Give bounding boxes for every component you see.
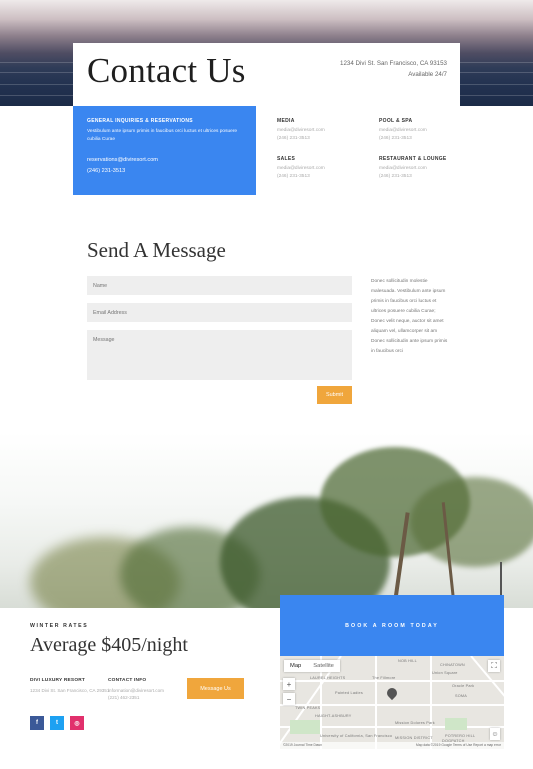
location-map[interactable]: NOB HILL LAUREL HEIGHTS The Fillmore Pai…: [280, 656, 504, 749]
map-tab[interactable]: Map: [284, 660, 307, 672]
zoom-out-button[interactable]: −: [283, 693, 295, 705]
contact-title: CONTACT INFO: [108, 678, 147, 683]
winter-rates-label: WINTER RATES: [30, 623, 89, 629]
map-label: University of California, San Francisco: [320, 734, 393, 738]
map-label: Union Square: [432, 671, 458, 675]
department-title: MEDIA: [277, 118, 295, 124]
resort-address: 1234 Divi St. San Francisco, CA 29351: [30, 688, 110, 693]
map-footer-right[interactable]: Map data ©2019 Google Terms of Use Repor…: [416, 743, 501, 748]
map-label: MISSION DISTRICT: [395, 736, 433, 740]
street-view-icon[interactable]: ☺: [490, 728, 500, 740]
map-label: SOMA: [455, 694, 467, 698]
book-room-banner[interactable]: BOOK A ROOM TODAY: [280, 595, 504, 656]
general-inquiries-description: Vestibulum ante ipsum primis in faucibus…: [87, 129, 238, 142]
twitter-icon[interactable]: t: [50, 716, 64, 730]
department-phone: (246) 231-3513: [277, 135, 310, 141]
map-label: The Fillmore: [372, 676, 396, 680]
department-title: POOL & SPA: [379, 118, 413, 124]
map-label: TWIN PEAKS: [295, 706, 321, 710]
contact-header-card: Contact Us 1234 Divi St. San Francisco, …: [73, 43, 460, 106]
email-input[interactable]: [87, 303, 352, 322]
map-pin-icon[interactable]: [384, 685, 400, 701]
map-label: Painted Ladies: [335, 691, 363, 695]
resort-info: DIVI LUXURY RESORT 1234 Divi St. San Fra…: [30, 678, 110, 694]
instagram-icon[interactable]: ◎: [70, 716, 84, 730]
department-sales: SALES media@diviresort.com (246) 231-351…: [277, 156, 367, 180]
general-inquiries-panel: GENERAL INQUIRIES & RESERVATIONS Vestibu…: [73, 106, 256, 195]
availability-text: Available 24/7: [408, 71, 447, 78]
department-title: RESTAURANT & LOUNGE: [379, 156, 447, 162]
contact-info: CONTACT INFO information@diviresort.com …: [108, 678, 188, 701]
map-label: CHINATOWN: [440, 663, 465, 667]
resort-title: DIVI LUXURY RESORT: [30, 678, 86, 683]
send-message-heading: Send A Message: [87, 238, 226, 262]
address-text: 1234 Divi St. San Francisco, CA 93153: [340, 60, 447, 67]
department-phone: (246) 231-3513: [277, 173, 310, 179]
department-phone: (246) 231-3513: [379, 135, 412, 141]
map-type-tabs: Map Satellite: [284, 660, 340, 672]
department-phone: (246) 231-3513: [379, 173, 412, 179]
fullscreen-icon[interactable]: ⛶: [488, 660, 500, 672]
satellite-tab[interactable]: Satellite: [307, 660, 340, 672]
map-label: HAIGHT-ASHBURY: [315, 714, 352, 718]
page-title: Contact Us: [87, 51, 246, 90]
name-input[interactable]: [87, 276, 352, 295]
facebook-icon[interactable]: f: [30, 716, 44, 730]
submit-button[interactable]: Submit: [317, 386, 352, 404]
department-email-link[interactable]: media@diviresort.com: [379, 127, 469, 135]
map-label: NOB HILL: [398, 659, 417, 663]
map-label: LAUREL HEIGHTS: [310, 676, 346, 680]
department-email-link[interactable]: media@diviresort.com: [277, 127, 367, 135]
department-restaurant-lounge: RESTAURANT & LOUNGE media@diviresort.com…: [379, 156, 469, 180]
form-side-text: Donec sollicitudin molestie malesuada. V…: [371, 279, 448, 354]
map-label: Mission Dolores Park: [395, 721, 435, 725]
map-footer-left: ©2019 Journal Time Dawn: [283, 743, 322, 747]
general-inquiries-title: GENERAL INQUIRIES & RESERVATIONS: [87, 118, 193, 124]
department-email-link[interactable]: media@diviresort.com: [277, 165, 367, 173]
map-footer: ©2019 Journal Time Dawn Map data ©2019 G…: [280, 742, 504, 749]
department-media: MEDIA media@diviresort.com (246) 231-351…: [277, 118, 367, 142]
department-email-link[interactable]: media@diviresort.com: [379, 165, 469, 173]
reservations-email-link[interactable]: reservations@diviresort.com: [87, 157, 242, 163]
reservations-phone: (246) 231-3513: [87, 168, 126, 174]
header-address: 1234 Divi St. San Francisco, CA 93153 Av…: [340, 58, 447, 80]
contact-phone: (221) 462-2351: [108, 695, 140, 700]
contact-email-link[interactable]: information@diviresort.com: [108, 687, 188, 694]
zoom-in-button[interactable]: +: [283, 678, 295, 690]
message-textarea[interactable]: [87, 330, 352, 380]
department-title: SALES: [277, 156, 296, 162]
map-label: Oracle Park: [452, 684, 475, 688]
map-label: POTRERO HILL: [445, 734, 476, 738]
average-price: Average $405/night: [30, 634, 188, 656]
department-pool-spa: POOL & SPA media@diviresort.com (246) 23…: [379, 118, 469, 142]
message-us-button[interactable]: Message Us: [187, 678, 244, 699]
palm-trees-image: [0, 432, 533, 608]
